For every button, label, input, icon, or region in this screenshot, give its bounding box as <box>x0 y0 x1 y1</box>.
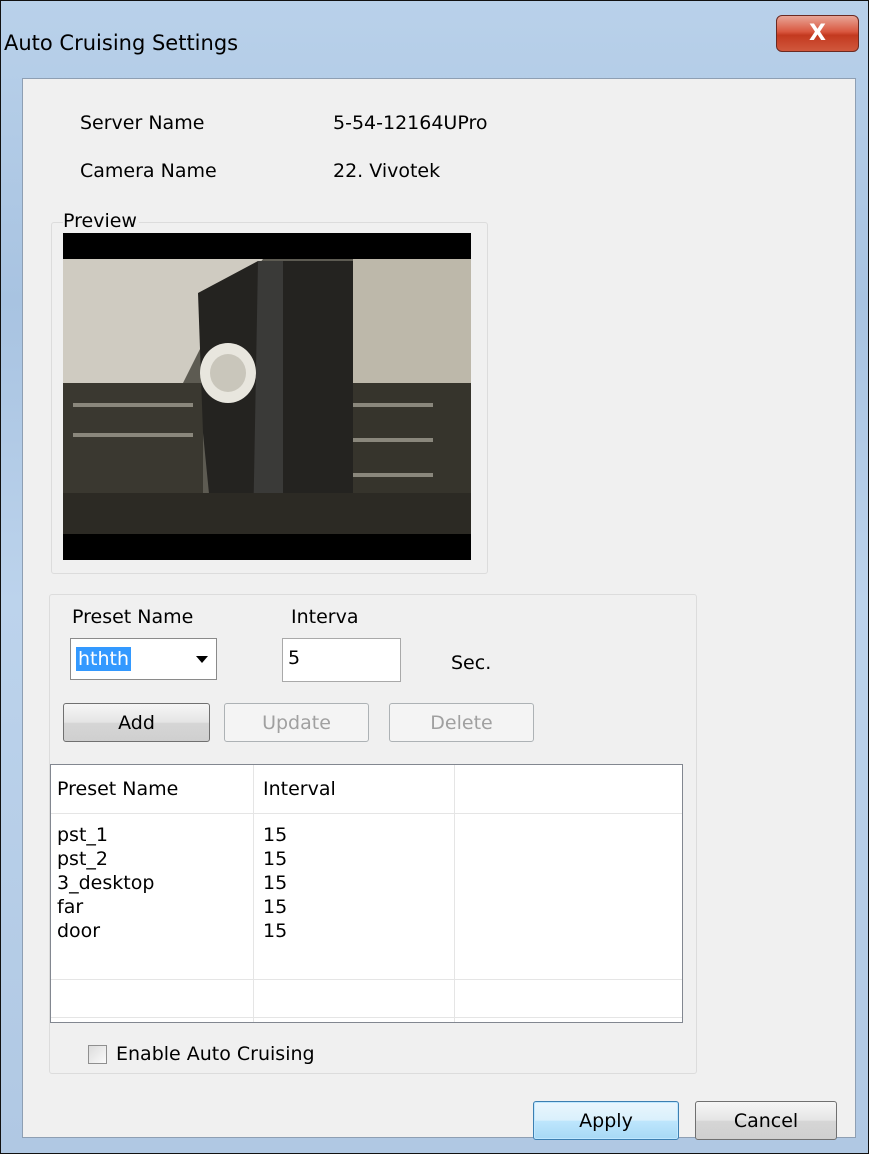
camera-name-label: Camera Name <box>80 160 217 182</box>
camera-name-value: 22. Vivotek <box>333 160 441 182</box>
apply-button[interactable]: Apply <box>533 1101 679 1140</box>
window-title: Auto Cruising Settings <box>4 31 239 55</box>
row-separator <box>51 979 682 980</box>
enable-auto-cruising-checkbox[interactable] <box>88 1045 107 1064</box>
interval-label: Interva <box>291 606 359 628</box>
close-icon: X <box>809 21 826 46</box>
preset-name-selected: hthth <box>76 647 132 671</box>
title-bar[interactable]: Auto Cruising Settings X <box>1 1 868 79</box>
preset-list-table[interactable]: Preset Name Interval pst_1 15 pst_2 15 3… <box>50 764 683 1023</box>
row-preset-name: pst_2 <box>57 848 108 870</box>
row-interval: 15 <box>263 920 288 942</box>
row-preset-name: door <box>57 920 101 942</box>
row-interval: 15 <box>263 896 288 918</box>
interval-input-box[interactable] <box>282 638 401 682</box>
cancel-button[interactable]: Cancel <box>695 1101 837 1140</box>
update-button[interactable]: Update <box>224 703 369 742</box>
column-divider[interactable] <box>253 765 254 1022</box>
seconds-unit-label: Sec. <box>451 652 492 674</box>
preset-name-dropdown[interactable]: hthth <box>70 638 217 680</box>
row-interval: 15 <box>263 848 288 870</box>
server-name-label: Server Name <box>80 112 205 134</box>
close-button[interactable]: X <box>776 15 859 52</box>
row-preset-name: pst_1 <box>57 824 108 846</box>
row-separator <box>51 1017 682 1018</box>
camera-preview-picture <box>63 233 471 560</box>
row-interval: 15 <box>263 824 288 846</box>
add-button[interactable]: Add <box>63 703 210 742</box>
camera-preview-image <box>63 233 471 560</box>
delete-button[interactable]: Delete <box>389 703 534 742</box>
row-preset-name: far <box>57 896 84 918</box>
interval-input[interactable] <box>288 647 388 669</box>
column-header-interval[interactable]: Interval <box>263 778 336 800</box>
preview-label: Preview <box>63 210 139 232</box>
row-preset-name: 3_desktop <box>57 872 155 894</box>
chevron-down-icon[interactable] <box>196 656 208 663</box>
enable-auto-cruising-label[interactable]: Enable Auto Cruising <box>116 1043 315 1065</box>
row-interval: 15 <box>263 872 288 894</box>
column-divider[interactable] <box>454 765 455 1022</box>
server-name-value: 5-54-12164UPro <box>333 112 488 134</box>
column-header-preset-name[interactable]: Preset Name <box>57 778 178 800</box>
preset-name-label: Preset Name <box>72 606 194 628</box>
